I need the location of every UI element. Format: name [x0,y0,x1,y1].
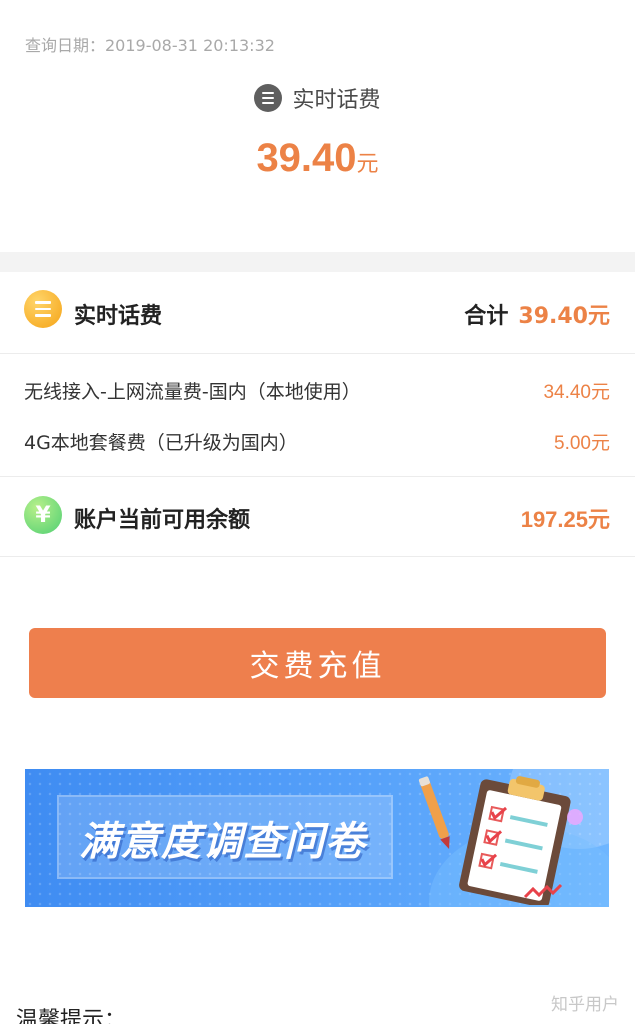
section-divider-band [0,252,635,272]
yen-icon: ¥ [24,496,62,534]
hero-unit: 元 [356,152,379,177]
pay-recharge-button[interactable]: 交费充值 [29,628,606,698]
banner-title: 满意度调查问卷 [79,819,366,865]
balance-amount: 197.25元 [520,507,610,532]
hero-amount: 39.40 [256,136,357,180]
total-summary: 合计 39.40元 [464,298,610,330]
satisfaction-survey-banner[interactable]: 满意度调查问卷 [25,769,609,907]
fee-item-name: 4G本地套餐费（已升级为国内） [24,432,298,454]
fee-item-amount: 34.40元 [543,382,610,403]
balance-title: 账户当前可用余额 [74,508,251,533]
clipboard-checklist-icon [418,776,583,905]
total-amount: 39.40元 [518,304,610,329]
watermark: 知乎用户 [551,995,619,1015]
available-balance-row: ¥ 账户当前可用余额 197.25元 [0,477,635,557]
fee-item-amount: 5.00元 [554,433,610,454]
realtime-fee-section-header: 实时话费 合计 39.40元 [0,272,635,354]
section-title: 实时话费 [74,304,163,329]
tips-title: 温馨提示： [16,1008,127,1024]
realtime-fee-hero: 实时话费 [0,82,635,114]
list-icon [254,84,283,112]
list-icon [24,290,62,328]
hero-amount-row: 39.40元 [0,136,635,181]
hero-label: 实时话费 [292,88,381,113]
total-label: 合计 [464,304,509,329]
fee-item: 4G本地套餐费（已升级为国内） 5.00元 [0,416,635,464]
fee-item: 无线接入-上网流量费-国内（本地使用） 34.40元 [0,365,635,413]
query-date: 查询日期：2019-08-31 20:13:32 [25,36,275,55]
fee-item-name: 无线接入-上网流量费-国内（本地使用） [24,381,361,403]
